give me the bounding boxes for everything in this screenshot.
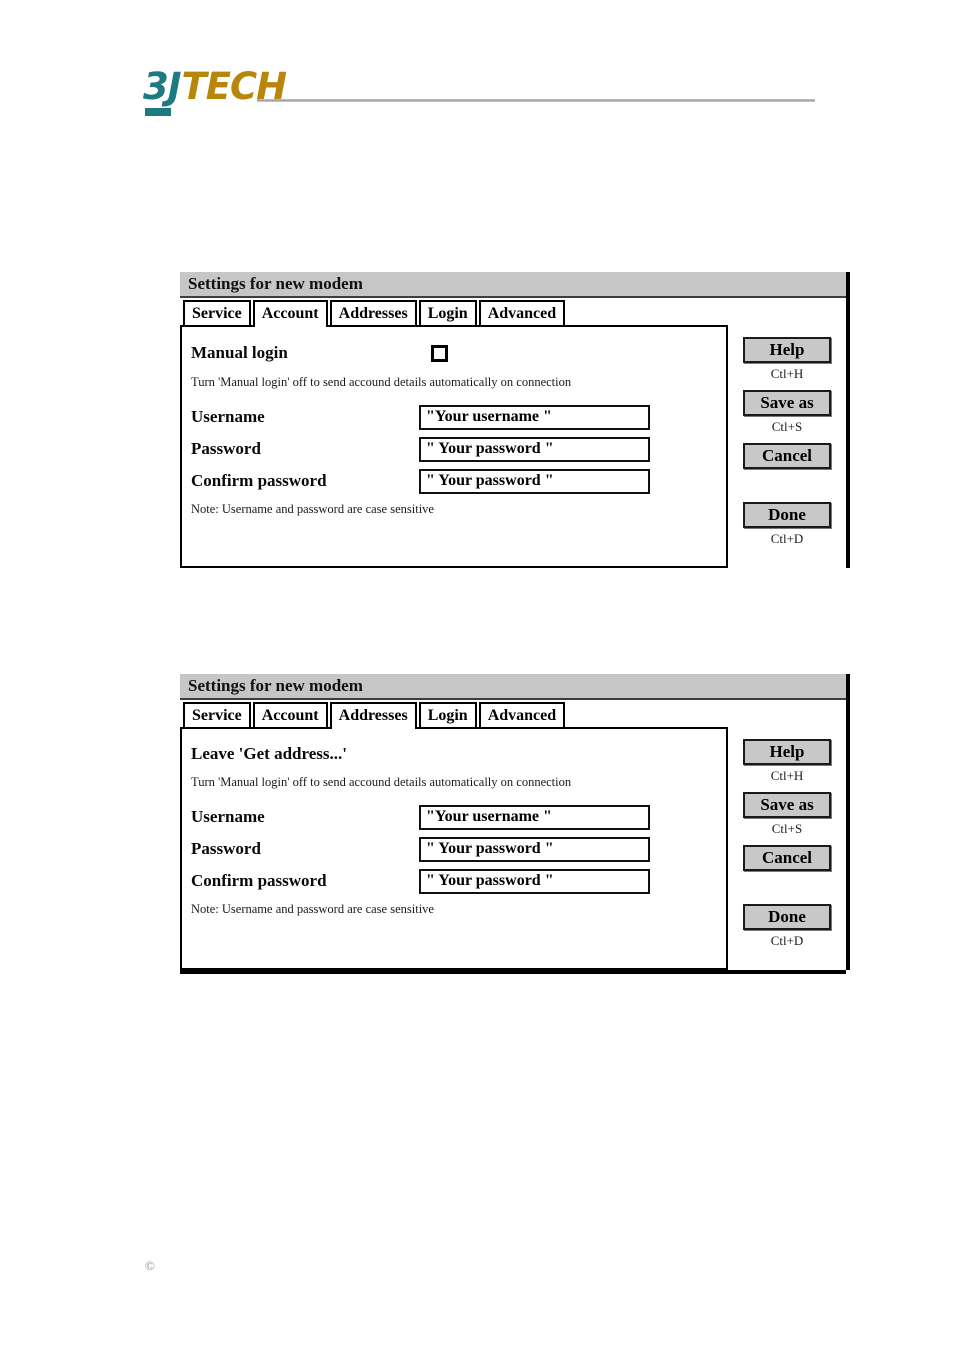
tab-advanced[interactable]: Advanced [478, 300, 566, 325]
tab-account[interactable]: Account [252, 702, 328, 727]
settings-dialog-addresses: Settings for new modem Service Account A… [180, 674, 850, 974]
cancel-button[interactable]: Cancel [743, 443, 831, 469]
done-button-group: Done Ctl+D [743, 502, 831, 547]
tabstrip: Service Account Addresses Login Advanced [180, 700, 846, 729]
done-button[interactable]: Done [743, 502, 831, 528]
tab-label: Account [261, 706, 319, 724]
save-as-shortcut: Ctl+S [771, 419, 803, 434]
help-button[interactable]: Help [743, 337, 831, 363]
manual-login-hint: Turn 'Manual login' off to send accound … [191, 775, 572, 789]
account-form-panel: Manual login Turn 'Manual login' off to … [180, 325, 728, 568]
copyright-symbol: © [145, 1258, 155, 1273]
dialog-body: Manual login Turn 'Manual login' off to … [180, 325, 846, 568]
save-as-button-group: Save as Ctl+S [743, 390, 831, 435]
help-shortcut: Ctl+H [770, 768, 804, 783]
tab-addresses[interactable]: Addresses [329, 300, 417, 325]
password-label: Password [191, 439, 261, 458]
username-input[interactable]: "Your username " [419, 404, 650, 430]
tab-advanced[interactable]: Advanced [478, 702, 566, 727]
password-input[interactable]: " Your password " [419, 436, 650, 462]
dialog-title: Settings for new modem [188, 274, 363, 293]
tab-account[interactable]: Account [252, 300, 328, 327]
password-input[interactable]: " Your password " [419, 836, 650, 862]
cancel-button-group: Cancel [743, 443, 831, 488]
confirm-password-label: Confirm password [191, 871, 327, 890]
manual-login-label: Manual login [191, 343, 288, 362]
save-as-button[interactable]: Save as [743, 792, 831, 818]
manual-login-checkbox[interactable] [431, 344, 448, 362]
save-as-button[interactable]: Save as [743, 390, 831, 416]
tab-label: Addresses [338, 304, 408, 322]
tabstrip: Service Account Addresses Login Advanced [180, 298, 846, 327]
username-row: Username "Your username " [182, 802, 726, 832]
tab-label: Login [427, 304, 468, 322]
dialog-button-panel: Help Ctl+H Save as Ctl+S Cancel Done Ctl… [728, 727, 846, 970]
confirm-password-input[interactable]: " Your password " [419, 468, 650, 494]
username-label: Username [191, 407, 265, 426]
tab-service[interactable]: Service [183, 702, 251, 727]
dialog-shadow-bottom [180, 970, 846, 974]
get-address-heading-row: Leave 'Get address...' [182, 739, 726, 769]
tab-login[interactable]: Login [418, 300, 477, 325]
help-button-group: Help Ctl+H [743, 337, 831, 382]
logo-accent-bar [145, 108, 171, 116]
header-divider-rule [257, 99, 815, 102]
username-label: Username [191, 807, 265, 826]
help-button-group: Help Ctl+H [743, 739, 831, 784]
dialog-shadow-right [846, 272, 850, 568]
manual-login-row: Manual login [182, 337, 726, 369]
tab-label: Addresses [338, 706, 408, 724]
case-sensitive-note: Note: Username and password are case sen… [191, 502, 434, 516]
settings-dialog-account: Settings for new modem Service Account A… [180, 272, 850, 568]
logo-text-3j: 3J [143, 65, 182, 108]
page-header: 3J TECH [143, 68, 815, 116]
manual-login-hint: Turn 'Manual login' off to send accound … [191, 375, 572, 389]
tab-label: Advanced [487, 706, 557, 724]
dialog-titlebar: Settings for new modem [180, 272, 846, 298]
done-button-group: Done Ctl+D [743, 904, 831, 949]
password-row: Password " Your password " [182, 434, 726, 464]
tab-service[interactable]: Service [183, 300, 251, 325]
username-row: Username "Your username " [182, 402, 726, 432]
password-label: Password [191, 839, 261, 858]
case-sensitive-note: Note: Username and password are case sen… [191, 902, 434, 916]
done-shortcut: Ctl+D [770, 933, 804, 948]
tab-label: Advanced [487, 304, 557, 322]
password-row: Password " Your password " [182, 834, 726, 864]
dialog-button-panel: Help Ctl+H Save as Ctl+S Cancel Done Ctl… [728, 325, 846, 568]
help-shortcut: Ctl+H [770, 366, 804, 381]
tab-login[interactable]: Login [418, 702, 477, 727]
cancel-button-group: Cancel [743, 845, 831, 890]
help-button[interactable]: Help [743, 739, 831, 765]
dialog-titlebar: Settings for new modem [180, 674, 846, 700]
addresses-form-panel: Leave 'Get address...' Turn 'Manual logi… [180, 727, 728, 970]
save-as-button-group: Save as Ctl+S [743, 792, 831, 837]
tab-label: Service [192, 706, 242, 724]
dialog-body: Leave 'Get address...' Turn 'Manual logi… [180, 727, 846, 970]
confirm-password-row: Confirm password " Your password " [182, 466, 726, 496]
confirm-password-input[interactable]: " Your password " [419, 868, 650, 894]
done-button[interactable]: Done [743, 904, 831, 930]
dialog-shadow-right [846, 674, 850, 970]
tab-addresses[interactable]: Addresses [329, 702, 417, 729]
tab-label: Account [261, 304, 319, 322]
cancel-button[interactable]: Cancel [743, 845, 831, 871]
username-input[interactable]: "Your username " [419, 804, 650, 830]
tab-label: Login [427, 706, 468, 724]
tab-label: Service [192, 304, 242, 322]
get-address-label: Leave 'Get address...' [191, 744, 347, 763]
done-shortcut: Ctl+D [770, 531, 804, 546]
confirm-password-label: Confirm password [191, 471, 327, 490]
dialog-title: Settings for new modem [188, 676, 363, 695]
confirm-password-row: Confirm password " Your password " [182, 866, 726, 896]
save-as-shortcut: Ctl+S [771, 821, 803, 836]
